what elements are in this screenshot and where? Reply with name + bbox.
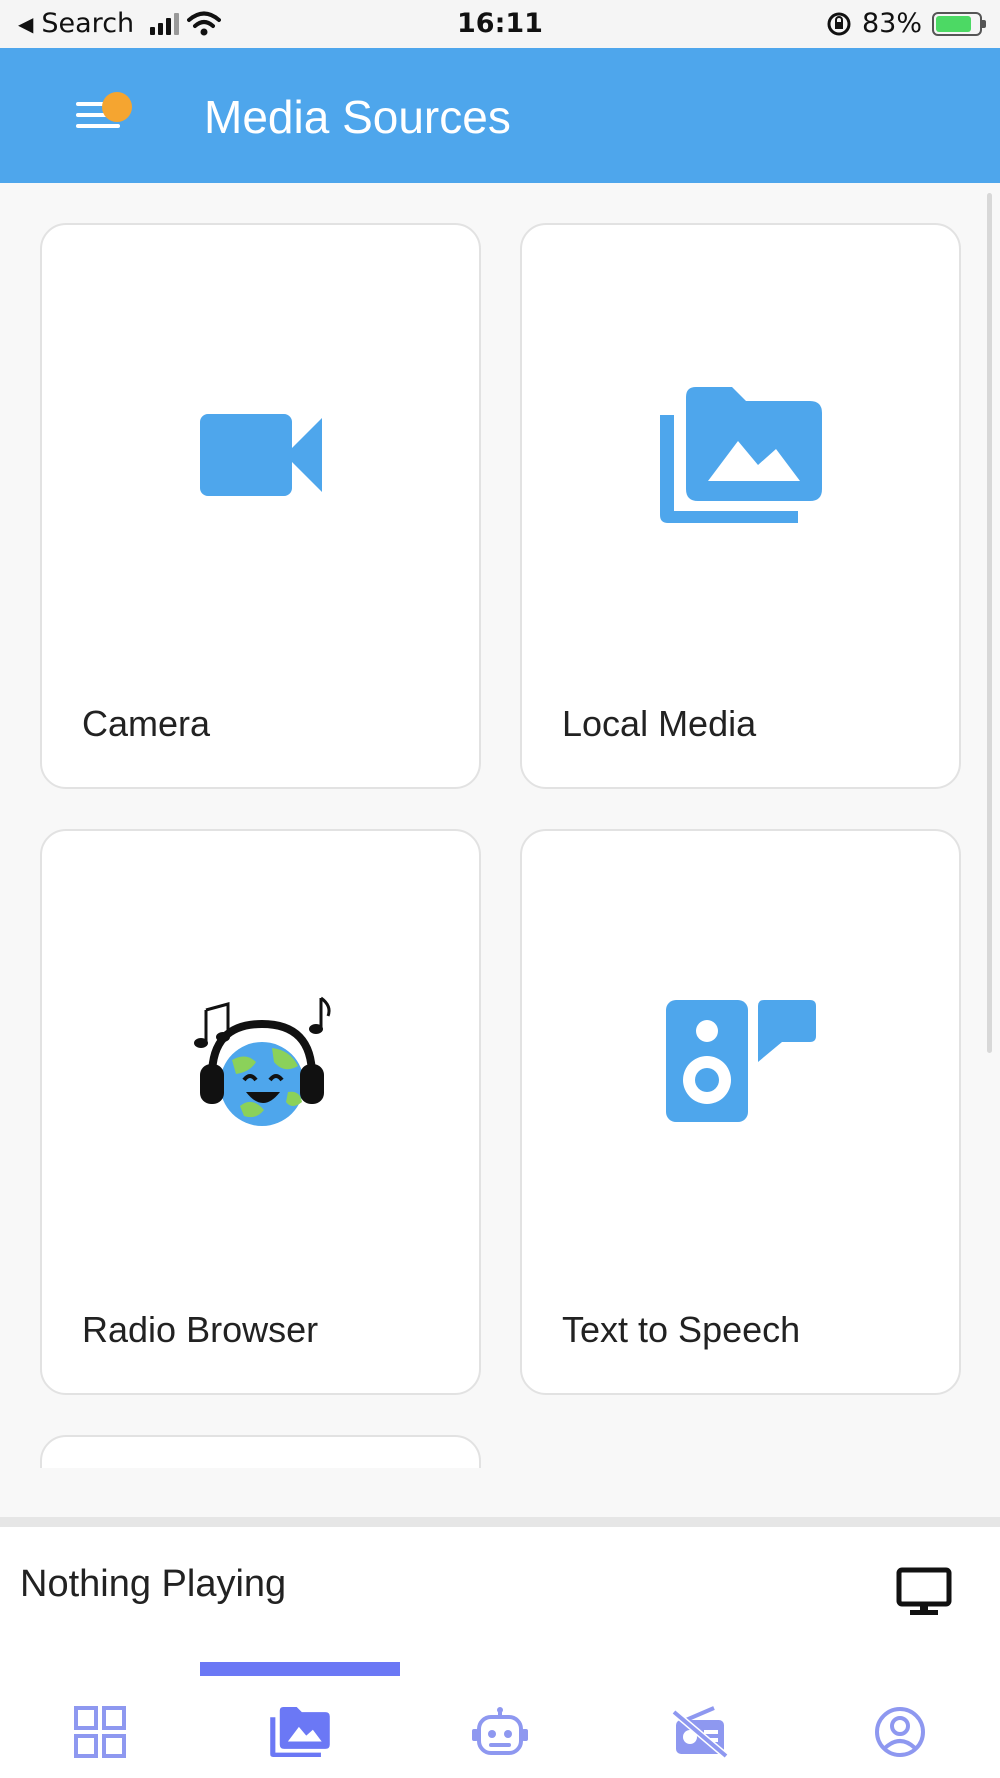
- status-bar: ◀ Search 16:11 83%: [0, 0, 1000, 48]
- source-label: Text to Speech: [562, 1309, 801, 1350]
- robot-icon: [472, 1707, 528, 1755]
- player-divider: [0, 1517, 1000, 1527]
- cast-button[interactable]: [896, 1567, 952, 1617]
- source-card-camera[interactable]: Camera: [40, 223, 481, 789]
- source-label: Local Media: [562, 703, 757, 744]
- notification-badge: [102, 92, 132, 122]
- source-label: Camera: [82, 703, 211, 744]
- photo-library-icon: [659, 387, 822, 523]
- nav-item-account[interactable]: [800, 1697, 1000, 1767]
- globe-headphones-icon: [193, 996, 331, 1126]
- nav-item-automation[interactable]: [400, 1697, 600, 1767]
- nav-active-indicator: [200, 1662, 400, 1676]
- source-card-more[interactable]: [40, 1435, 481, 1468]
- speaker-chat-icon: [665, 1000, 816, 1122]
- media-sources-grid[interactable]: Camera Local Media Radio Browser Text to…: [0, 183, 1000, 1468]
- rotation-lock-icon: [827, 12, 851, 35]
- nav-item-media[interactable]: [200, 1697, 400, 1767]
- account-icon: [875, 1707, 925, 1757]
- media-icon: [270, 1707, 330, 1757]
- page-title: Media Sources: [204, 91, 511, 143]
- source-label: Radio Browser: [82, 1309, 319, 1350]
- app-bar: Media Sources: [0, 48, 1000, 183]
- menu-button[interactable]: [62, 84, 142, 144]
- battery-percent: 83%: [861, 8, 922, 39]
- monitor-icon: [896, 1567, 952, 1615]
- nav-item-dashboard[interactable]: [0, 1697, 200, 1767]
- scrollbar[interactable]: [987, 193, 992, 1053]
- source-card-local-media[interactable]: Local Media: [520, 223, 961, 789]
- now-playing-text: Nothing Playing: [20, 1563, 287, 1605]
- dashboard-icon: [74, 1706, 126, 1758]
- source-card-radio-browser[interactable]: Radio Browser: [40, 829, 481, 1395]
- nav-item-radio[interactable]: [600, 1697, 800, 1767]
- radio-off-icon: [672, 1706, 728, 1758]
- mini-player[interactable]: Nothing Playing: [0, 1527, 1000, 1778]
- battery-icon: [932, 11, 986, 36]
- source-card-text-to-speech[interactable]: Text to Speech: [520, 829, 961, 1395]
- video-camera-icon: [199, 414, 322, 496]
